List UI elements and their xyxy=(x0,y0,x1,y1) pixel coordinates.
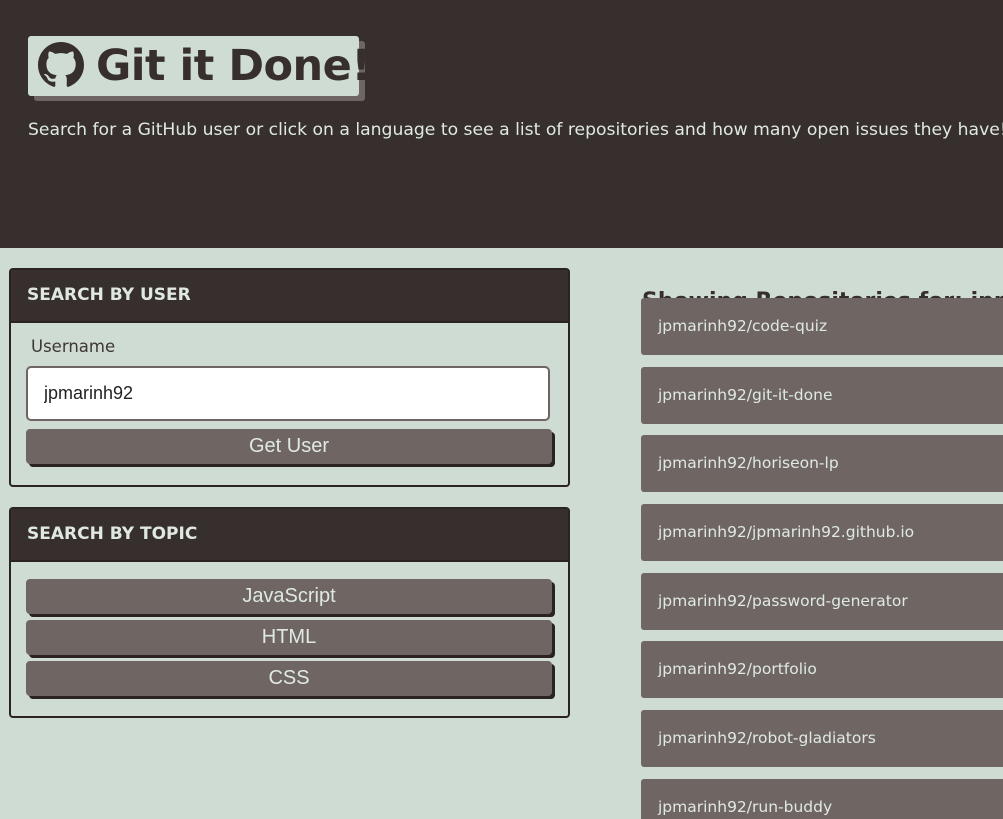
topic-javascript-button[interactable]: JavaScript xyxy=(26,579,552,614)
search-by-topic-card: SEARCH BY TOPIC JavaScript HTML CSS xyxy=(9,507,570,718)
repo-item[interactable]: jpmarinh92/git-it-done xyxy=(641,367,1003,424)
username-input[interactable] xyxy=(26,366,550,421)
repo-item[interactable]: jpmarinh92/password-generator xyxy=(641,573,1003,630)
get-user-button[interactable]: Get User xyxy=(26,429,552,464)
search-by-topic-heading: SEARCH BY TOPIC xyxy=(11,509,568,562)
repo-item[interactable]: jpmarinh92/run-buddy xyxy=(641,779,1003,819)
search-by-user-heading: SEARCH BY USER xyxy=(11,270,568,323)
repo-item[interactable]: jpmarinh92/code-quiz xyxy=(641,298,1003,355)
app-logo: Git it Done! xyxy=(28,36,371,96)
topic-html-button[interactable]: HTML xyxy=(26,620,552,655)
page-header: Git it Done! Search for a GitHub user or… xyxy=(0,0,1003,248)
repo-item[interactable]: jpmarinh92/horiseon-lp xyxy=(641,435,1003,492)
app-title: Git it Done! xyxy=(96,41,371,91)
repo-item[interactable]: jpmarinh92/robot-gladiators xyxy=(641,710,1003,767)
repo-item[interactable]: jpmarinh92/jpmarinh92.github.io xyxy=(641,504,1003,561)
search-by-user-card: SEARCH BY USER Username Get User xyxy=(9,268,570,487)
repo-item[interactable]: jpmarinh92/portfolio xyxy=(641,641,1003,698)
topic-css-button[interactable]: CSS xyxy=(26,661,552,696)
github-icon xyxy=(38,42,84,87)
tagline: Search for a GitHub user or click on a l… xyxy=(28,120,1003,140)
repo-list: jpmarinh92/code-quiz jpmarinh92/git-it-d… xyxy=(641,298,1003,819)
username-label: Username xyxy=(31,337,116,356)
